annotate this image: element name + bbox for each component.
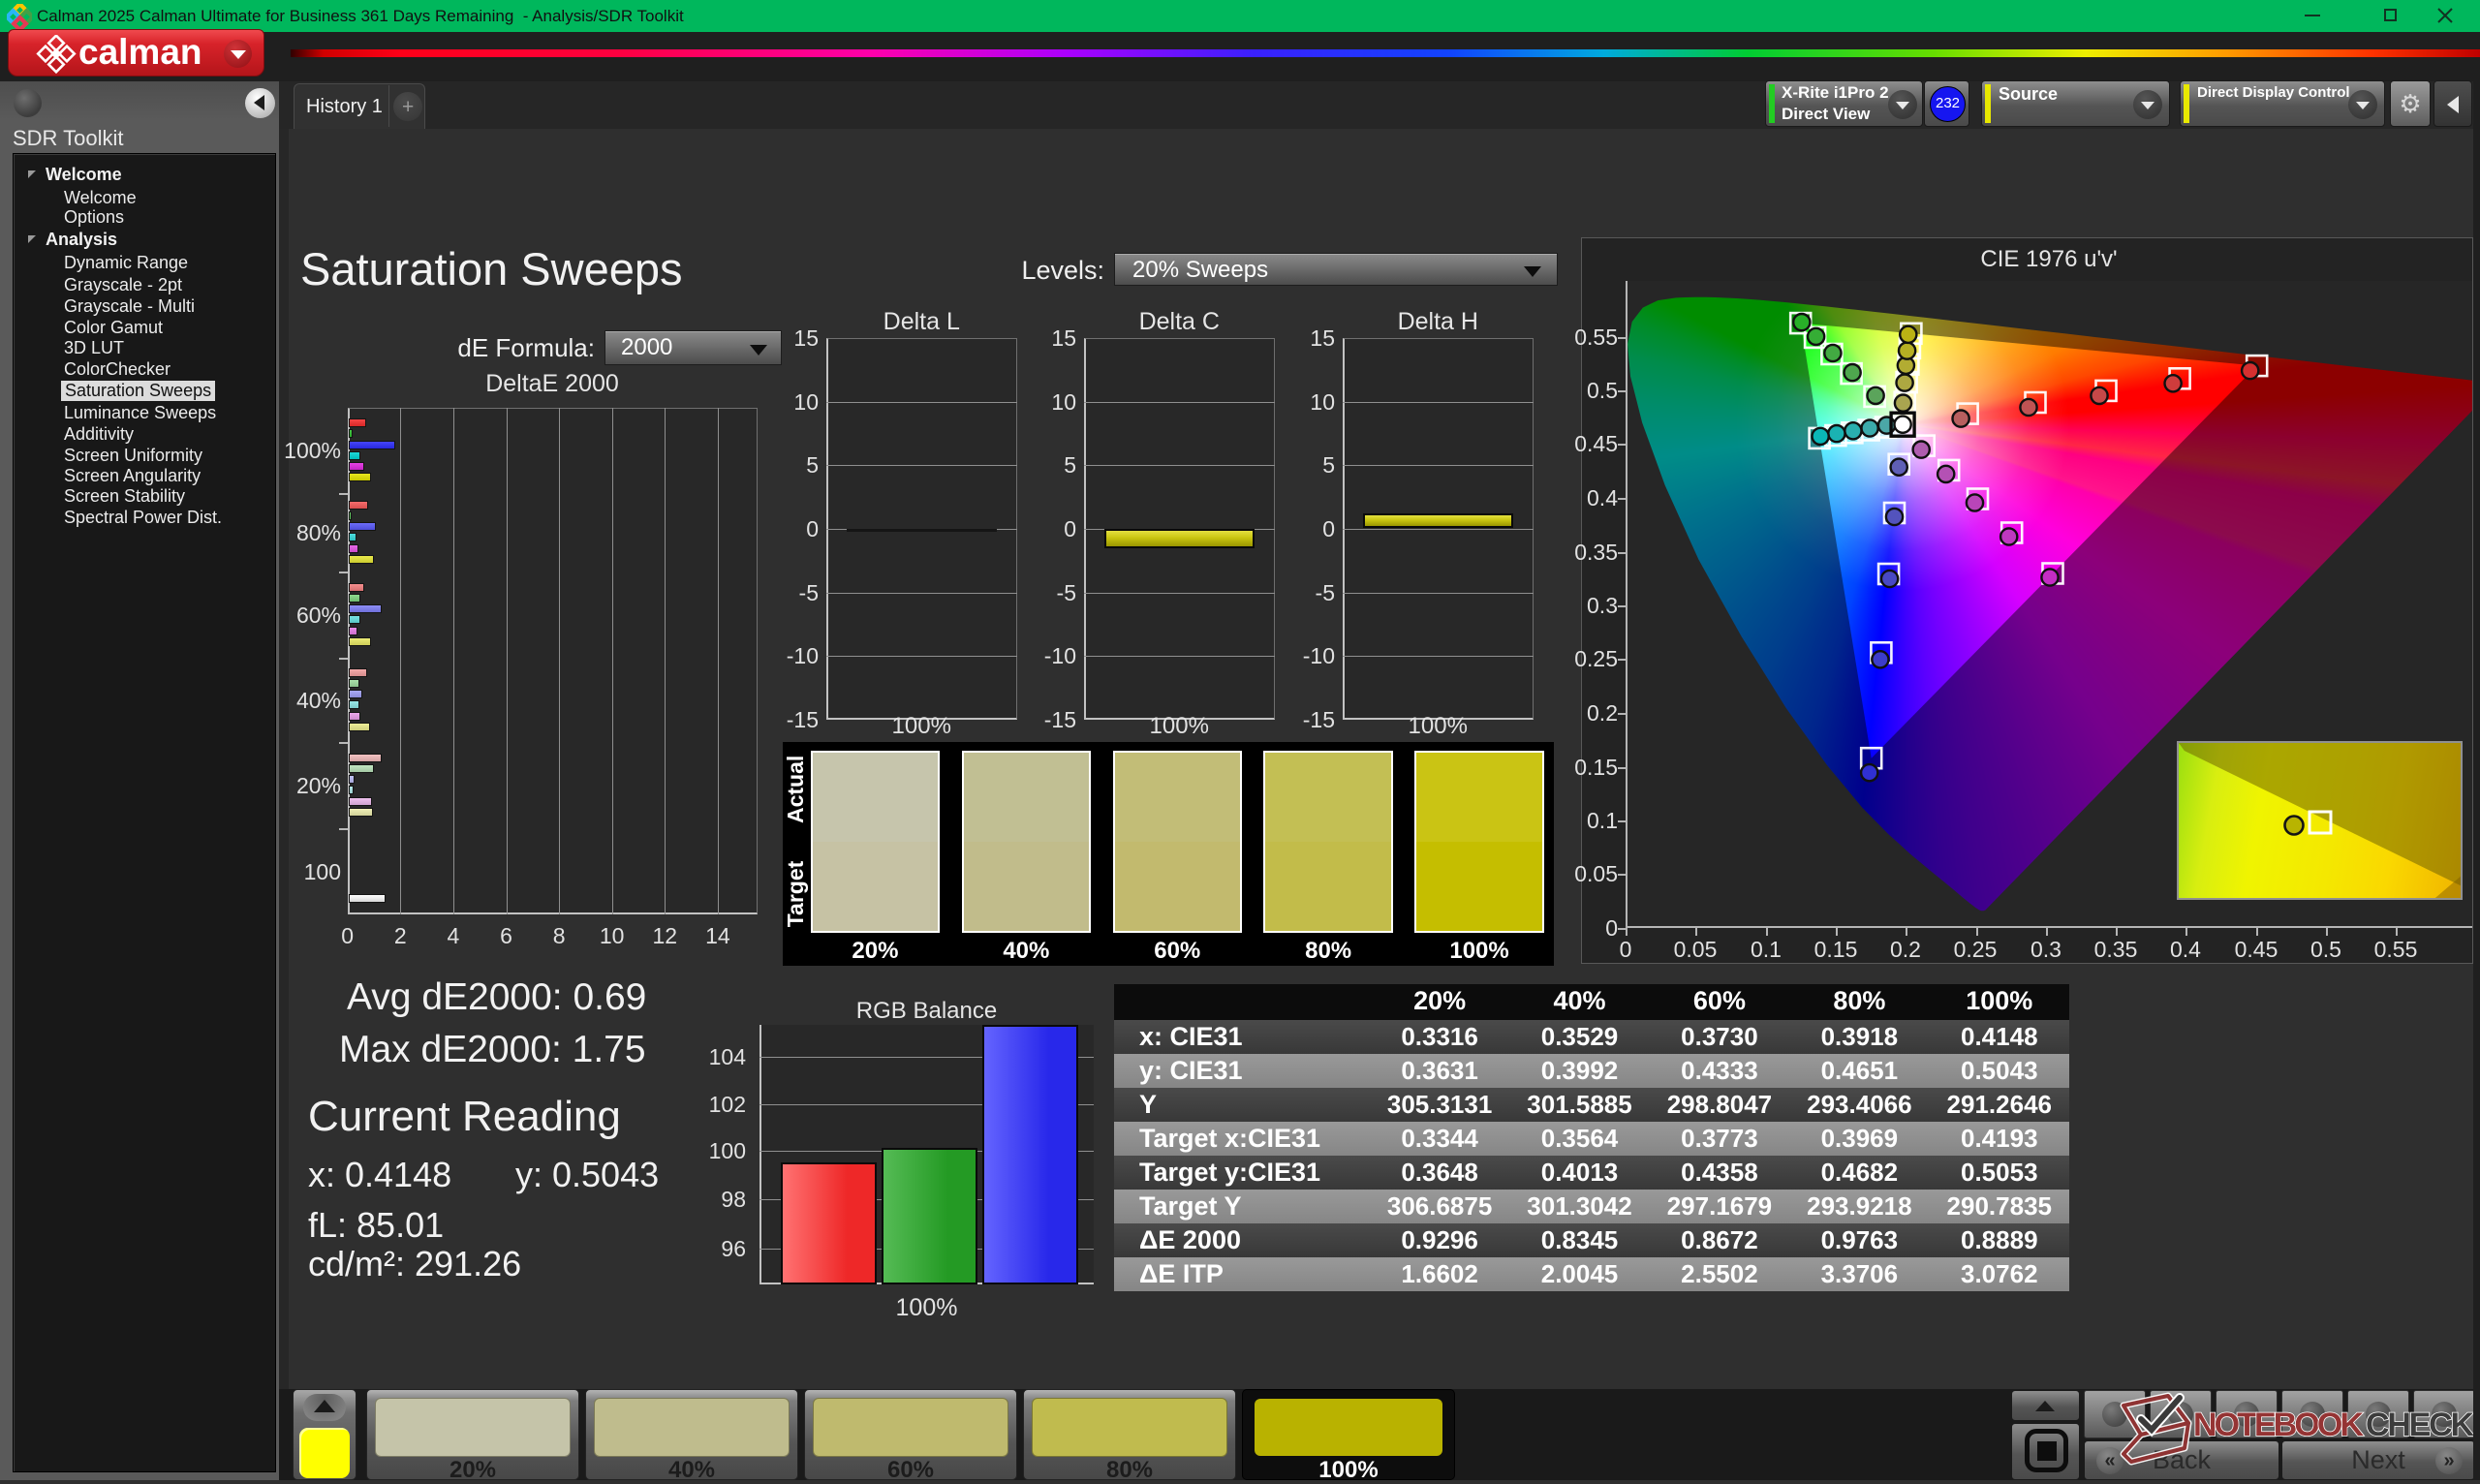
svg-text:CHECK: CHECK	[2366, 1407, 2474, 1443]
svg-text:NOTEBOOK: NOTEBOOK	[2193, 1407, 2364, 1443]
